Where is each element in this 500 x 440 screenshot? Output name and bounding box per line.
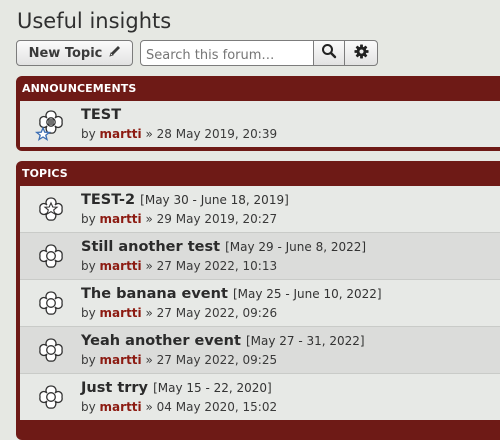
event-dates: [May 15 - 22, 2020] bbox=[153, 381, 272, 395]
meta-separator: » bbox=[145, 400, 153, 414]
post-date: 27 May 2022, 10:13 bbox=[156, 259, 278, 273]
flower-outline-icon bbox=[34, 333, 68, 367]
meta-separator: » bbox=[145, 353, 153, 367]
topic-title-link[interactable]: Yeah another event bbox=[81, 333, 241, 349]
post-date: 27 May 2022, 09:26 bbox=[156, 306, 278, 320]
pencil-icon bbox=[108, 44, 122, 62]
flower-outline-icon bbox=[34, 286, 68, 320]
announcements-panel: ANNOUNCEMENTS TEST by martti » 28 May 20… bbox=[16, 76, 500, 151]
post-date: 04 May 2020, 15:02 bbox=[156, 400, 278, 414]
topic-meta: by martti » 27 May 2022, 09:25 bbox=[81, 353, 277, 367]
topic-title-link[interactable]: TEST-2 bbox=[81, 192, 135, 208]
author-link[interactable]: martti bbox=[100, 212, 142, 226]
topics-header: TOPICS bbox=[22, 167, 68, 180]
topic-meta: by martti » 29 May 2019, 20:27 bbox=[81, 212, 277, 226]
topic-row[interactable]: The banana event [May 25 - June 10, 2022… bbox=[20, 279, 500, 326]
new-topic-button[interactable]: New Topic bbox=[16, 40, 133, 66]
event-dates: [May 29 - June 8, 2022] bbox=[225, 240, 367, 254]
author-link[interactable]: martti bbox=[100, 400, 142, 414]
topic-meta: by martti » 27 May 2022, 09:26 bbox=[81, 306, 277, 320]
settings-button[interactable] bbox=[344, 40, 378, 66]
topic-row[interactable]: Just trry [May 15 - 22, 2020] by martti … bbox=[20, 373, 500, 420]
topic-title-link[interactable]: TEST bbox=[81, 107, 121, 123]
topic-title-link[interactable]: The banana event bbox=[81, 286, 228, 302]
topic-row[interactable]: Yeah another event [May 27 - 31, 2022] b… bbox=[20, 326, 500, 373]
meta-separator: » bbox=[145, 212, 153, 226]
topic-title-link[interactable]: Still another test bbox=[81, 239, 220, 255]
topic-title: Yeah another event [May 27 - 31, 2022] bbox=[81, 333, 365, 349]
post-date: 29 May 2019, 20:27 bbox=[156, 212, 278, 226]
topic-title: Just trry [May 15 - 22, 2020] bbox=[81, 380, 272, 396]
topic-meta: by martti » 28 May 2019, 20:39 bbox=[81, 127, 277, 141]
meta-by: by bbox=[81, 400, 96, 414]
event-dates: [May 30 - June 18, 2019] bbox=[140, 193, 289, 207]
flower-hatched-star-icon bbox=[34, 107, 68, 141]
topic-row[interactable]: TEST-2 [May 30 - June 18, 2019] by martt… bbox=[20, 186, 500, 232]
flower-outline-icon bbox=[34, 380, 68, 414]
search-button[interactable] bbox=[313, 40, 345, 66]
meta-by: by bbox=[81, 353, 96, 367]
meta-by: by bbox=[81, 127, 96, 141]
page-title[interactable]: Useful insights bbox=[17, 9, 171, 33]
post-date: 28 May 2019, 20:39 bbox=[156, 127, 278, 141]
author-link[interactable]: martti bbox=[100, 353, 142, 367]
search-input[interactable] bbox=[140, 40, 314, 66]
event-dates: [May 27 - 31, 2022] bbox=[245, 334, 365, 348]
search-icon bbox=[321, 43, 337, 63]
new-topic-label: New Topic bbox=[28, 45, 103, 61]
topic-meta: by martti » 27 May 2022, 10:13 bbox=[81, 259, 277, 273]
topic-title: Still another test [May 29 - June 8, 202… bbox=[81, 239, 366, 255]
author-link[interactable]: martti bbox=[100, 127, 142, 141]
flower-outline-icon bbox=[34, 239, 68, 273]
topic-title-link[interactable]: Just trry bbox=[81, 380, 148, 396]
gear-icon bbox=[353, 43, 369, 63]
announcement-row[interactable]: TEST by martti » 28 May 2019, 20:39 bbox=[20, 101, 500, 147]
meta-separator: » bbox=[145, 306, 153, 320]
announcements-header: ANNOUNCEMENTS bbox=[22, 82, 137, 95]
topic-meta: by martti » 04 May 2020, 15:02 bbox=[81, 400, 277, 414]
author-link[interactable]: martti bbox=[100, 306, 142, 320]
meta-by: by bbox=[81, 212, 96, 226]
topic-title: TEST-2 [May 30 - June 18, 2019] bbox=[81, 192, 289, 208]
meta-separator: » bbox=[145, 127, 153, 141]
event-dates: [May 25 - June 10, 2022] bbox=[232, 287, 382, 301]
author-link[interactable]: martti bbox=[100, 259, 142, 273]
topic-row[interactable]: Still another test [May 29 - June 8, 202… bbox=[20, 232, 500, 279]
meta-separator: » bbox=[145, 259, 153, 273]
meta-by: by bbox=[81, 259, 96, 273]
topic-title: The banana event [May 25 - June 10, 2022… bbox=[81, 286, 382, 302]
star-outline-icon bbox=[34, 192, 68, 226]
topics-panel: TOPICS TEST-2 [May 30 - June 18, 2019] b… bbox=[16, 161, 500, 440]
post-date: 27 May 2022, 09:25 bbox=[156, 353, 278, 367]
meta-by: by bbox=[81, 306, 96, 320]
